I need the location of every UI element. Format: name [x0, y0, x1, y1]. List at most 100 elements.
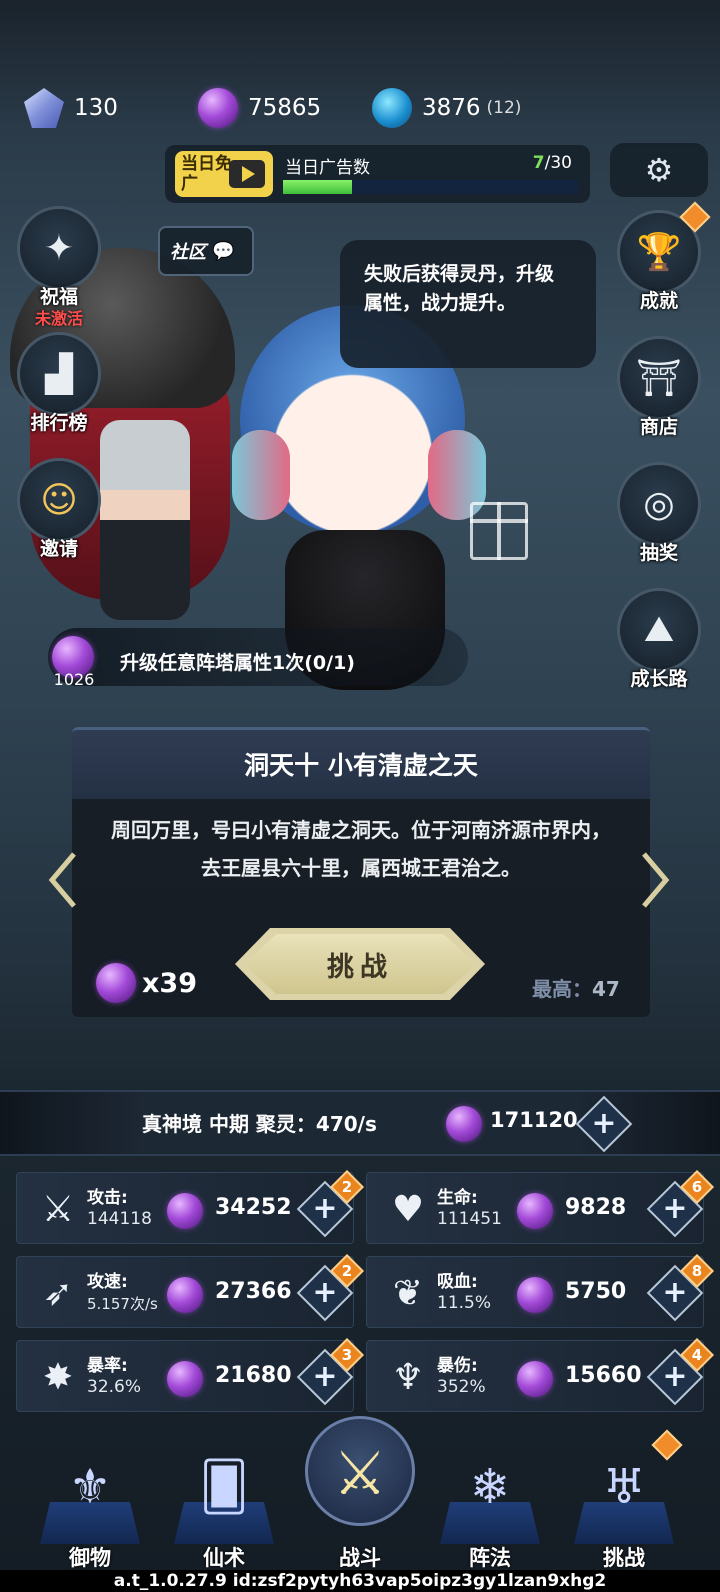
crit-damage-icon: ♆ — [391, 1357, 425, 1398]
best-record: 最高：47 — [532, 973, 620, 1002]
formation-icon: ❄ — [469, 1459, 511, 1515]
stat-value: 111451 — [437, 1209, 502, 1229]
nav-item-weapons[interactable]: ⚜ 御物 — [40, 1430, 140, 1570]
nav-item-battle[interactable]: ⚔ 战斗 — [305, 1416, 415, 1570]
blessing-status: 未激活 — [34, 309, 83, 328]
plus-icon[interactable]: + — [584, 1104, 624, 1144]
spirit-orb-icon — [96, 963, 136, 1003]
companion-character — [100, 420, 190, 620]
crit-icon: ✸ — [42, 1357, 74, 1398]
stage-title: 洞天十 小有清虚之天 — [72, 727, 650, 799]
spirit-orb-icon — [517, 1193, 553, 1229]
stat-value: 32.6% — [87, 1377, 142, 1397]
crystal-icon — [24, 88, 64, 128]
count-badge-text: 3 — [341, 1346, 353, 1364]
challenge-label: 挑战 — [244, 934, 476, 994]
podium-icon: ▟ — [17, 332, 101, 416]
stat-name: 暴伤: — [437, 1356, 478, 1376]
sword-icon: ⚔ — [41, 1189, 75, 1230]
nav-item-spells[interactable]: 🂠 仙术 — [174, 1430, 274, 1570]
spirit-orb-icon — [198, 88, 238, 128]
stat-card-attack-speed: ➶ 攻速: 5.157次/s 27366 + 2 — [16, 1254, 364, 1328]
count-badge-text: 6 — [691, 1178, 703, 1196]
lottery-button[interactable]: ◎ 抽奖 — [614, 462, 704, 565]
invite-label: 邀请 — [39, 538, 78, 560]
growth-path-label: 成长路 — [630, 668, 688, 690]
headphone-left — [232, 430, 290, 520]
upgrade-cost: 21680 — [215, 1363, 292, 1388]
bottom-nav: ⚜ 御物 🂠 仙术 ⚔ 战斗 ❄ 阵法 ♅ 挑战 — [0, 1416, 720, 1572]
lottery-icon: ◎ — [617, 462, 701, 546]
count-badge-text: 2 — [341, 1262, 353, 1280]
stat-card-attack: ⚔ 攻击: 144118 34252 + 2 — [16, 1170, 364, 1244]
ad-count: 7/30 — [533, 153, 572, 173]
realm-text: 真神境 中期 聚灵：470/s — [142, 1112, 377, 1136]
mountain-icon: ⛰ — [617, 588, 701, 672]
spirit-orb-icon — [517, 1277, 553, 1313]
chat-bubble-icon: 💬 — [212, 240, 235, 262]
challenge-cost: x39 — [142, 968, 197, 999]
nav-label: 御物 — [69, 1546, 111, 1570]
ad-progress-fill — [283, 180, 352, 194]
energy-extra: (12) — [486, 98, 522, 118]
swift-sword-icon: ➶ — [42, 1273, 74, 1314]
stat-card-lifesteal: ❦ 吸血: 11.5% 5750 + 8 — [366, 1254, 714, 1328]
best-value: 47 — [592, 977, 620, 1001]
spirit-orb-icon — [446, 1106, 482, 1142]
daily-ad-bar[interactable]: 当日免广 当日广告数 7/30 — [165, 145, 590, 203]
spell-card-icon: 🂠 — [199, 1459, 249, 1515]
invite-user-icon: ☺ — [17, 458, 101, 542]
heart-icon: ♥ — [391, 1189, 425, 1230]
upgrade-cost: 34252 — [215, 1195, 292, 1220]
growth-path-button[interactable]: ⛰ 成长路 — [614, 588, 704, 691]
ad-free-badge[interactable]: 当日免广 — [175, 151, 273, 197]
stat-card-crit-rate: ✸ 暴率: 32.6% 21680 + 3 — [16, 1338, 364, 1412]
shop-button[interactable]: ⛩ 商店 — [614, 336, 704, 439]
shop-label: 商店 — [639, 416, 678, 438]
invite-button[interactable]: ☺ 邀请 — [14, 458, 104, 561]
ad-count-total: /30 — [544, 153, 572, 173]
community-button[interactable]: 社区 💬 — [158, 226, 254, 276]
currency-bar: 130 75865 3876 (12) — [0, 80, 720, 138]
nav-label: 战斗 — [339, 1546, 381, 1570]
next-stage-arrow-icon[interactable] — [640, 850, 670, 910]
challenge-icon: ♅ — [602, 1459, 646, 1515]
spirit-orb-icon — [517, 1361, 553, 1397]
task-orb-value: 1026 — [53, 670, 95, 689]
upgrade-cost: 15660 — [565, 1363, 642, 1388]
stat-card-health: ♥ 生命: 111451 9828 + 6 — [366, 1170, 714, 1244]
ranking-button[interactable]: ▟ 排行榜 — [14, 332, 104, 435]
spirit-orb-counter: 75865 — [198, 86, 321, 130]
blessing-button[interactable]: ✦ 祝福 未激活 — [14, 206, 104, 329]
ad-count-label: 当日广告数 — [285, 158, 370, 178]
stat-card-crit-damage: ♆ 暴伤: 352% 15660 + 4 — [366, 1338, 714, 1412]
version-footer: a.t_1.0.27.9 id:zsf2pytyh63vap5oipz3gy1l… — [0, 1570, 720, 1592]
lifesteal-icon: ❦ — [392, 1273, 424, 1314]
stat-name: 生命: — [437, 1188, 478, 1208]
gift-icon[interactable] — [470, 502, 528, 560]
count-badge-text: 8 — [691, 1262, 703, 1280]
spirit-orb-icon — [167, 1277, 203, 1313]
nav-item-formation[interactable]: ❄ 阵法 — [440, 1430, 540, 1570]
stat-value: 144118 — [87, 1209, 152, 1229]
community-label: 社区 — [170, 242, 206, 263]
prev-stage-arrow-icon[interactable] — [48, 850, 78, 910]
ad-progress-bar — [283, 180, 578, 194]
count-badge-text: 4 — [691, 1346, 703, 1364]
ad-count-current: 7 — [532, 153, 545, 173]
stat-value: 352% — [437, 1377, 486, 1397]
lightning-orb-icon — [372, 88, 412, 128]
achievement-label: 成就 — [639, 290, 678, 312]
stat-name: 攻速: — [87, 1272, 128, 1292]
crystal-value: 130 — [74, 95, 118, 121]
best-label: 最高： — [532, 977, 592, 1001]
settings-button[interactable]: ⚙ — [610, 143, 708, 197]
speech-bubble: 失败后获得灵丹，升级属性，战力提升。 — [340, 240, 596, 368]
ad-free-badge-label: 当日免广 — [181, 154, 232, 194]
task-text: 升级任意阵塔属性1次(0/1) — [120, 652, 355, 674]
play-icon — [229, 160, 265, 188]
stat-value: 11.5% — [437, 1293, 492, 1313]
crystal-counter: 130 — [24, 86, 118, 130]
spirit-orb-value: 75865 — [248, 95, 322, 121]
challenge-button[interactable]: 挑战 — [235, 928, 485, 1000]
